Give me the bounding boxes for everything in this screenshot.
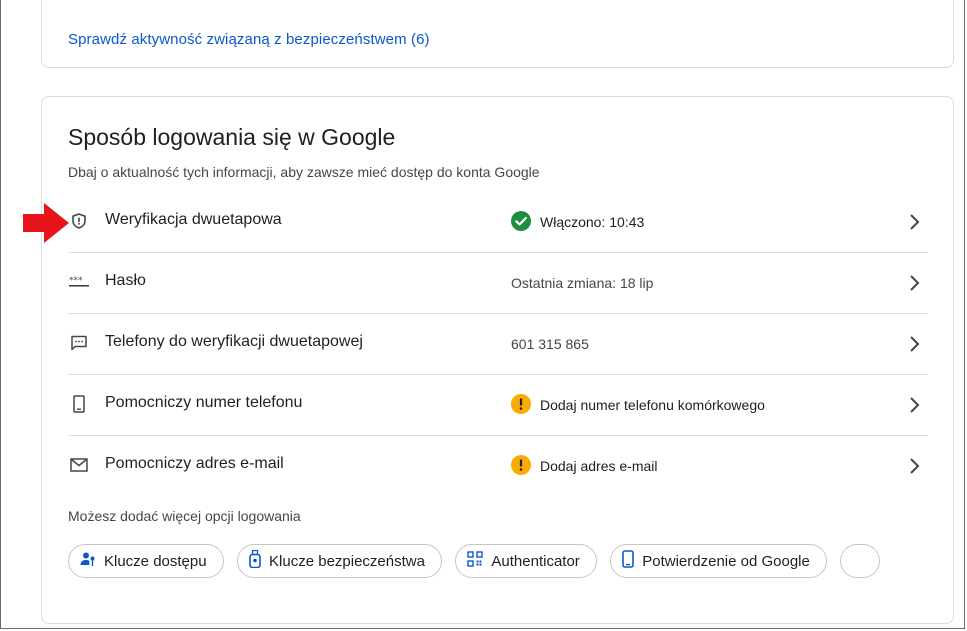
- row-status: Ostatnia zmiana: 18 lip: [511, 272, 653, 294]
- row-status-text: 601 315 865: [511, 336, 589, 352]
- row-label: Hasło: [105, 272, 146, 289]
- security-activity-card: Sprawdź aktywność związaną z bezpieczeńs…: [41, 0, 954, 68]
- warning-icon: [511, 393, 531, 417]
- row-status: Dodaj adres e-mail: [511, 454, 658, 478]
- warning-icon: [511, 454, 531, 478]
- section-title: Sposób logowania się w Google: [68, 124, 396, 150]
- chevron-right-icon: [904, 394, 924, 416]
- signin-rows: Weryfikacja dwuetapowa Włączono: 10:43 *…: [68, 192, 928, 496]
- more-options-text: Możesz dodać więcej opcji logowania: [68, 508, 301, 524]
- row-label: Pomocniczy adres e-mail: [105, 455, 284, 472]
- row-status-text: Włączono: 10:43: [540, 214, 645, 230]
- chip-label: Klucze dostępu: [104, 552, 207, 570]
- annotation-arrow-icon: [23, 203, 69, 243]
- check-circle-icon: [511, 210, 531, 234]
- row-status-text: Ostatnia zmiana: 18 lip: [511, 275, 654, 291]
- passkey-icon: [80, 551, 96, 571]
- chip-label: Authenticator: [491, 552, 580, 570]
- message-icon: [68, 332, 90, 354]
- row-status: Dodaj numer telefonu komórkowego: [511, 393, 765, 417]
- chip-passkeys[interactable]: Klucze dostępu: [68, 544, 224, 578]
- row-password[interactable]: *** Hasło Ostatnia zmiana: 18 lip: [68, 253, 928, 314]
- qr-code-icon: [467, 551, 484, 571]
- smartphone-icon: [622, 550, 635, 572]
- shield-icon: [68, 210, 90, 232]
- mail-icon: [68, 454, 90, 476]
- chevron-right-icon: [904, 211, 924, 233]
- chip-label: Potwierdzenie od Google: [642, 552, 810, 570]
- row-status-text: Dodaj adres e-mail: [540, 458, 658, 474]
- row-status: Włączono: 10:43: [511, 210, 645, 234]
- chip-label: Klucze bezpieczeństwa: [269, 552, 425, 570]
- row-two-step-verification[interactable]: Weryfikacja dwuetapowa Włączono: 10:43: [68, 192, 928, 253]
- security-key-icon: [249, 549, 261, 572]
- row-label: Weryfikacja dwuetapowa: [105, 211, 282, 228]
- signin-methods-card: Sposób logowania się w Google Dbaj o akt…: [41, 96, 954, 624]
- chip-security-keys[interactable]: Klucze bezpieczeństwa: [237, 544, 442, 578]
- section-subtitle: Dbaj o aktualność tych informacji, aby z…: [68, 164, 540, 180]
- row-status: 601 315 865: [511, 333, 589, 355]
- row-recovery-phone[interactable]: Pomocniczy numer telefonu Dodaj numer te…: [68, 375, 928, 436]
- signin-option-chips: Klucze dostępu Klucze bezpieczeństwa Aut…: [68, 544, 928, 580]
- phone-icon: [68, 393, 90, 415]
- row-two-step-phones[interactable]: Telefony do weryfikacji dwuetapowej 601 …: [68, 314, 928, 375]
- row-recovery-email[interactable]: Pomocniczy adres e-mail Dodaj adres e-ma…: [68, 436, 928, 496]
- row-status-text: Dodaj numer telefonu komórkowego: [540, 397, 765, 413]
- row-label: Telefony do weryfikacji dwuetapowej: [105, 333, 363, 350]
- password-dots-icon: ***: [68, 271, 90, 293]
- chevron-right-icon: [904, 455, 924, 477]
- chevron-right-icon: [904, 333, 924, 355]
- chevron-right-icon: [904, 272, 924, 294]
- chip-more-partial[interactable]: [840, 544, 881, 578]
- chip-authenticator[interactable]: Authenticator: [455, 544, 597, 578]
- security-activity-link[interactable]: Sprawdź aktywność związaną z bezpieczeńs…: [68, 31, 430, 48]
- chip-google-prompt[interactable]: Potwierdzenie od Google: [610, 544, 827, 578]
- svg-text:***: ***: [69, 276, 83, 286]
- row-label: Pomocniczy numer telefonu: [105, 394, 303, 411]
